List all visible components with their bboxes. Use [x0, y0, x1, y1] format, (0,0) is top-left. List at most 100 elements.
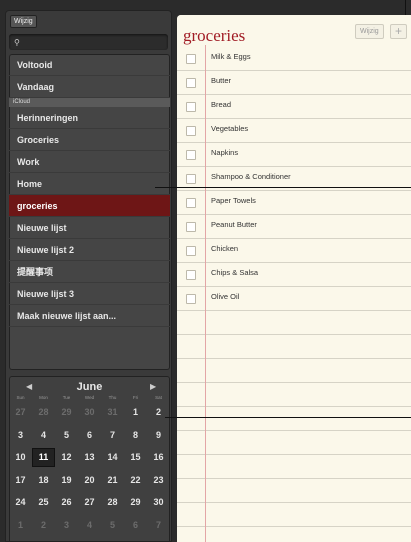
- calendar-day[interactable]: 30: [147, 493, 170, 512]
- weekday-label: Sat: [155, 395, 162, 400]
- calendar-day[interactable]: 29: [124, 493, 147, 512]
- reminder-text[interactable]: Butter: [211, 76, 231, 85]
- reminder-text[interactable]: Chicken: [211, 244, 238, 253]
- calendar-day[interactable]: 2: [32, 516, 55, 535]
- calendar: ◀ June ▶ Sun Mon Tue Wed Thu Fri Sat 27 28 29 30 31…: [9, 376, 170, 542]
- reminder-checkbox[interactable]: [186, 222, 196, 232]
- list-item[interactable]: Nieuwe lijst 2: [9, 239, 170, 261]
- list-item[interactable]: Vandaag: [9, 76, 170, 98]
- reminder-row: Chips & Salsa: [177, 263, 411, 287]
- calendar-day[interactable]: 3: [9, 426, 32, 445]
- callout-line: [155, 187, 411, 188]
- reminder-row: Olive Oil: [177, 287, 411, 311]
- calendar-day[interactable]: 7: [147, 516, 170, 535]
- reminder-checkbox[interactable]: [186, 198, 196, 208]
- calendar-day[interactable]: 20: [78, 471, 101, 490]
- calendar-day[interactable]: 1: [124, 403, 147, 422]
- calendar-day[interactable]: 4: [32, 426, 55, 445]
- calendar-day[interactable]: 5: [101, 516, 124, 535]
- calendar-month: June: [76, 381, 103, 393]
- callout-line: [165, 417, 411, 418]
- add-reminder-button[interactable]: +: [390, 24, 407, 39]
- calendar-day[interactable]: 9: [147, 426, 170, 445]
- edit-lists-button[interactable]: Wijzig: [10, 15, 37, 28]
- reminder-checkbox[interactable]: [186, 102, 196, 112]
- list-item[interactable]: Herinneringen: [9, 107, 170, 129]
- calendar-day[interactable]: 11: [32, 448, 55, 467]
- calendar-day[interactable]: 22: [124, 471, 147, 490]
- calendar-day[interactable]: 17: [9, 471, 32, 490]
- reminder-text[interactable]: Milk & Eggs: [211, 52, 251, 61]
- calendar-day[interactable]: 10: [9, 448, 32, 467]
- magnifier-icon: ⚲: [14, 38, 20, 47]
- calendar-day[interactable]: 28: [101, 493, 124, 512]
- weekday-label: Tue: [62, 395, 71, 400]
- calendar-day[interactable]: 24: [9, 493, 32, 512]
- list-item[interactable]: Voltooid: [9, 54, 170, 76]
- reminder-text[interactable]: Bread: [211, 100, 231, 109]
- list-item[interactable]: Nieuwe lijst 3: [9, 283, 170, 305]
- reminder-text[interactable]: Chips & Salsa: [211, 268, 258, 277]
- list-item[interactable]: Groceries: [9, 129, 170, 151]
- list-item[interactable]: groceries: [9, 195, 170, 217]
- calendar-day[interactable]: 27: [9, 403, 32, 422]
- reminder-row: Butter: [177, 71, 411, 95]
- list-item[interactable]: 提醒事项: [9, 261, 170, 283]
- calendar-day[interactable]: 6: [124, 516, 147, 535]
- reminder-checkbox[interactable]: [186, 78, 196, 88]
- calendar-day[interactable]: 1: [9, 516, 32, 535]
- calendar-day[interactable]: 15: [124, 448, 147, 467]
- reminder-checkbox[interactable]: [186, 174, 196, 184]
- section-header-icloud: iCloud: [9, 98, 170, 107]
- weekday-label: Sun: [16, 395, 25, 400]
- reminder-text[interactable]: Napkins: [211, 148, 238, 157]
- list-title: groceries: [183, 26, 246, 45]
- reminder-checkbox[interactable]: [186, 126, 196, 136]
- calendar-day[interactable]: 7: [101, 426, 124, 445]
- search-input[interactable]: [9, 34, 168, 50]
- calendar-day[interactable]: 26: [55, 493, 78, 512]
- calendar-day[interactable]: 13: [78, 448, 101, 467]
- calendar-day[interactable]: 19: [55, 471, 78, 490]
- reminder-checkbox[interactable]: [186, 54, 196, 64]
- lists-list: Voltooid Vandaag iCloud Herinneringen Grocer…: [9, 54, 170, 370]
- reminder-checkbox[interactable]: [186, 150, 196, 160]
- calendar-day[interactable]: 5: [55, 426, 78, 445]
- calendar-day[interactable]: 29: [55, 403, 78, 422]
- calendar-day[interactable]: 3: [55, 516, 78, 535]
- reminder-text[interactable]: Shampoo & Conditioner: [211, 172, 291, 181]
- reminder-row: Vegetables: [177, 119, 411, 143]
- calendar-day[interactable]: 16: [147, 448, 170, 467]
- reminder-row: Chicken: [177, 239, 411, 263]
- list-item[interactable]: Work: [9, 151, 170, 173]
- list-item[interactable]: Home: [9, 173, 170, 195]
- reminder-checkbox[interactable]: [186, 294, 196, 304]
- calendar-day[interactable]: 2: [147, 403, 170, 422]
- reminder-text[interactable]: Olive Oil: [211, 292, 239, 301]
- calendar-day[interactable]: 6: [78, 426, 101, 445]
- reminder-row: Paper Towels: [177, 191, 411, 215]
- reminder-text[interactable]: Vegetables: [211, 124, 248, 133]
- reminder-row: Milk & Eggs: [177, 47, 411, 71]
- reminder-text[interactable]: Peanut Butter: [211, 220, 257, 229]
- calendar-day[interactable]: 31: [101, 403, 124, 422]
- calendar-day[interactable]: 28: [32, 403, 55, 422]
- calendar-day[interactable]: 27: [78, 493, 101, 512]
- list-item[interactable]: Nieuwe lijst: [9, 217, 170, 239]
- calendar-day[interactable]: 21: [101, 471, 124, 490]
- calendar-day[interactable]: 8: [124, 426, 147, 445]
- calendar-day[interactable]: 25: [32, 493, 55, 512]
- calendar-day[interactable]: 12: [55, 448, 78, 467]
- reminder-checkbox[interactable]: [186, 246, 196, 256]
- calendar-day[interactable]: 14: [101, 448, 124, 467]
- reminder-checkbox[interactable]: [186, 270, 196, 280]
- calendar-day[interactable]: 18: [32, 471, 55, 490]
- triangle-right-icon[interactable]: ▶: [150, 382, 156, 391]
- edit-list-button[interactable]: Wijzig: [355, 24, 384, 39]
- weekday-label: Wed: [84, 395, 95, 400]
- reminder-text[interactable]: Paper Towels: [211, 196, 256, 205]
- list-item[interactable]: Maak nieuwe lijst aan...: [9, 305, 170, 327]
- calendar-day[interactable]: 4: [78, 516, 101, 535]
- calendar-day[interactable]: 30: [78, 403, 101, 422]
- calendar-day[interactable]: 23: [147, 471, 170, 490]
